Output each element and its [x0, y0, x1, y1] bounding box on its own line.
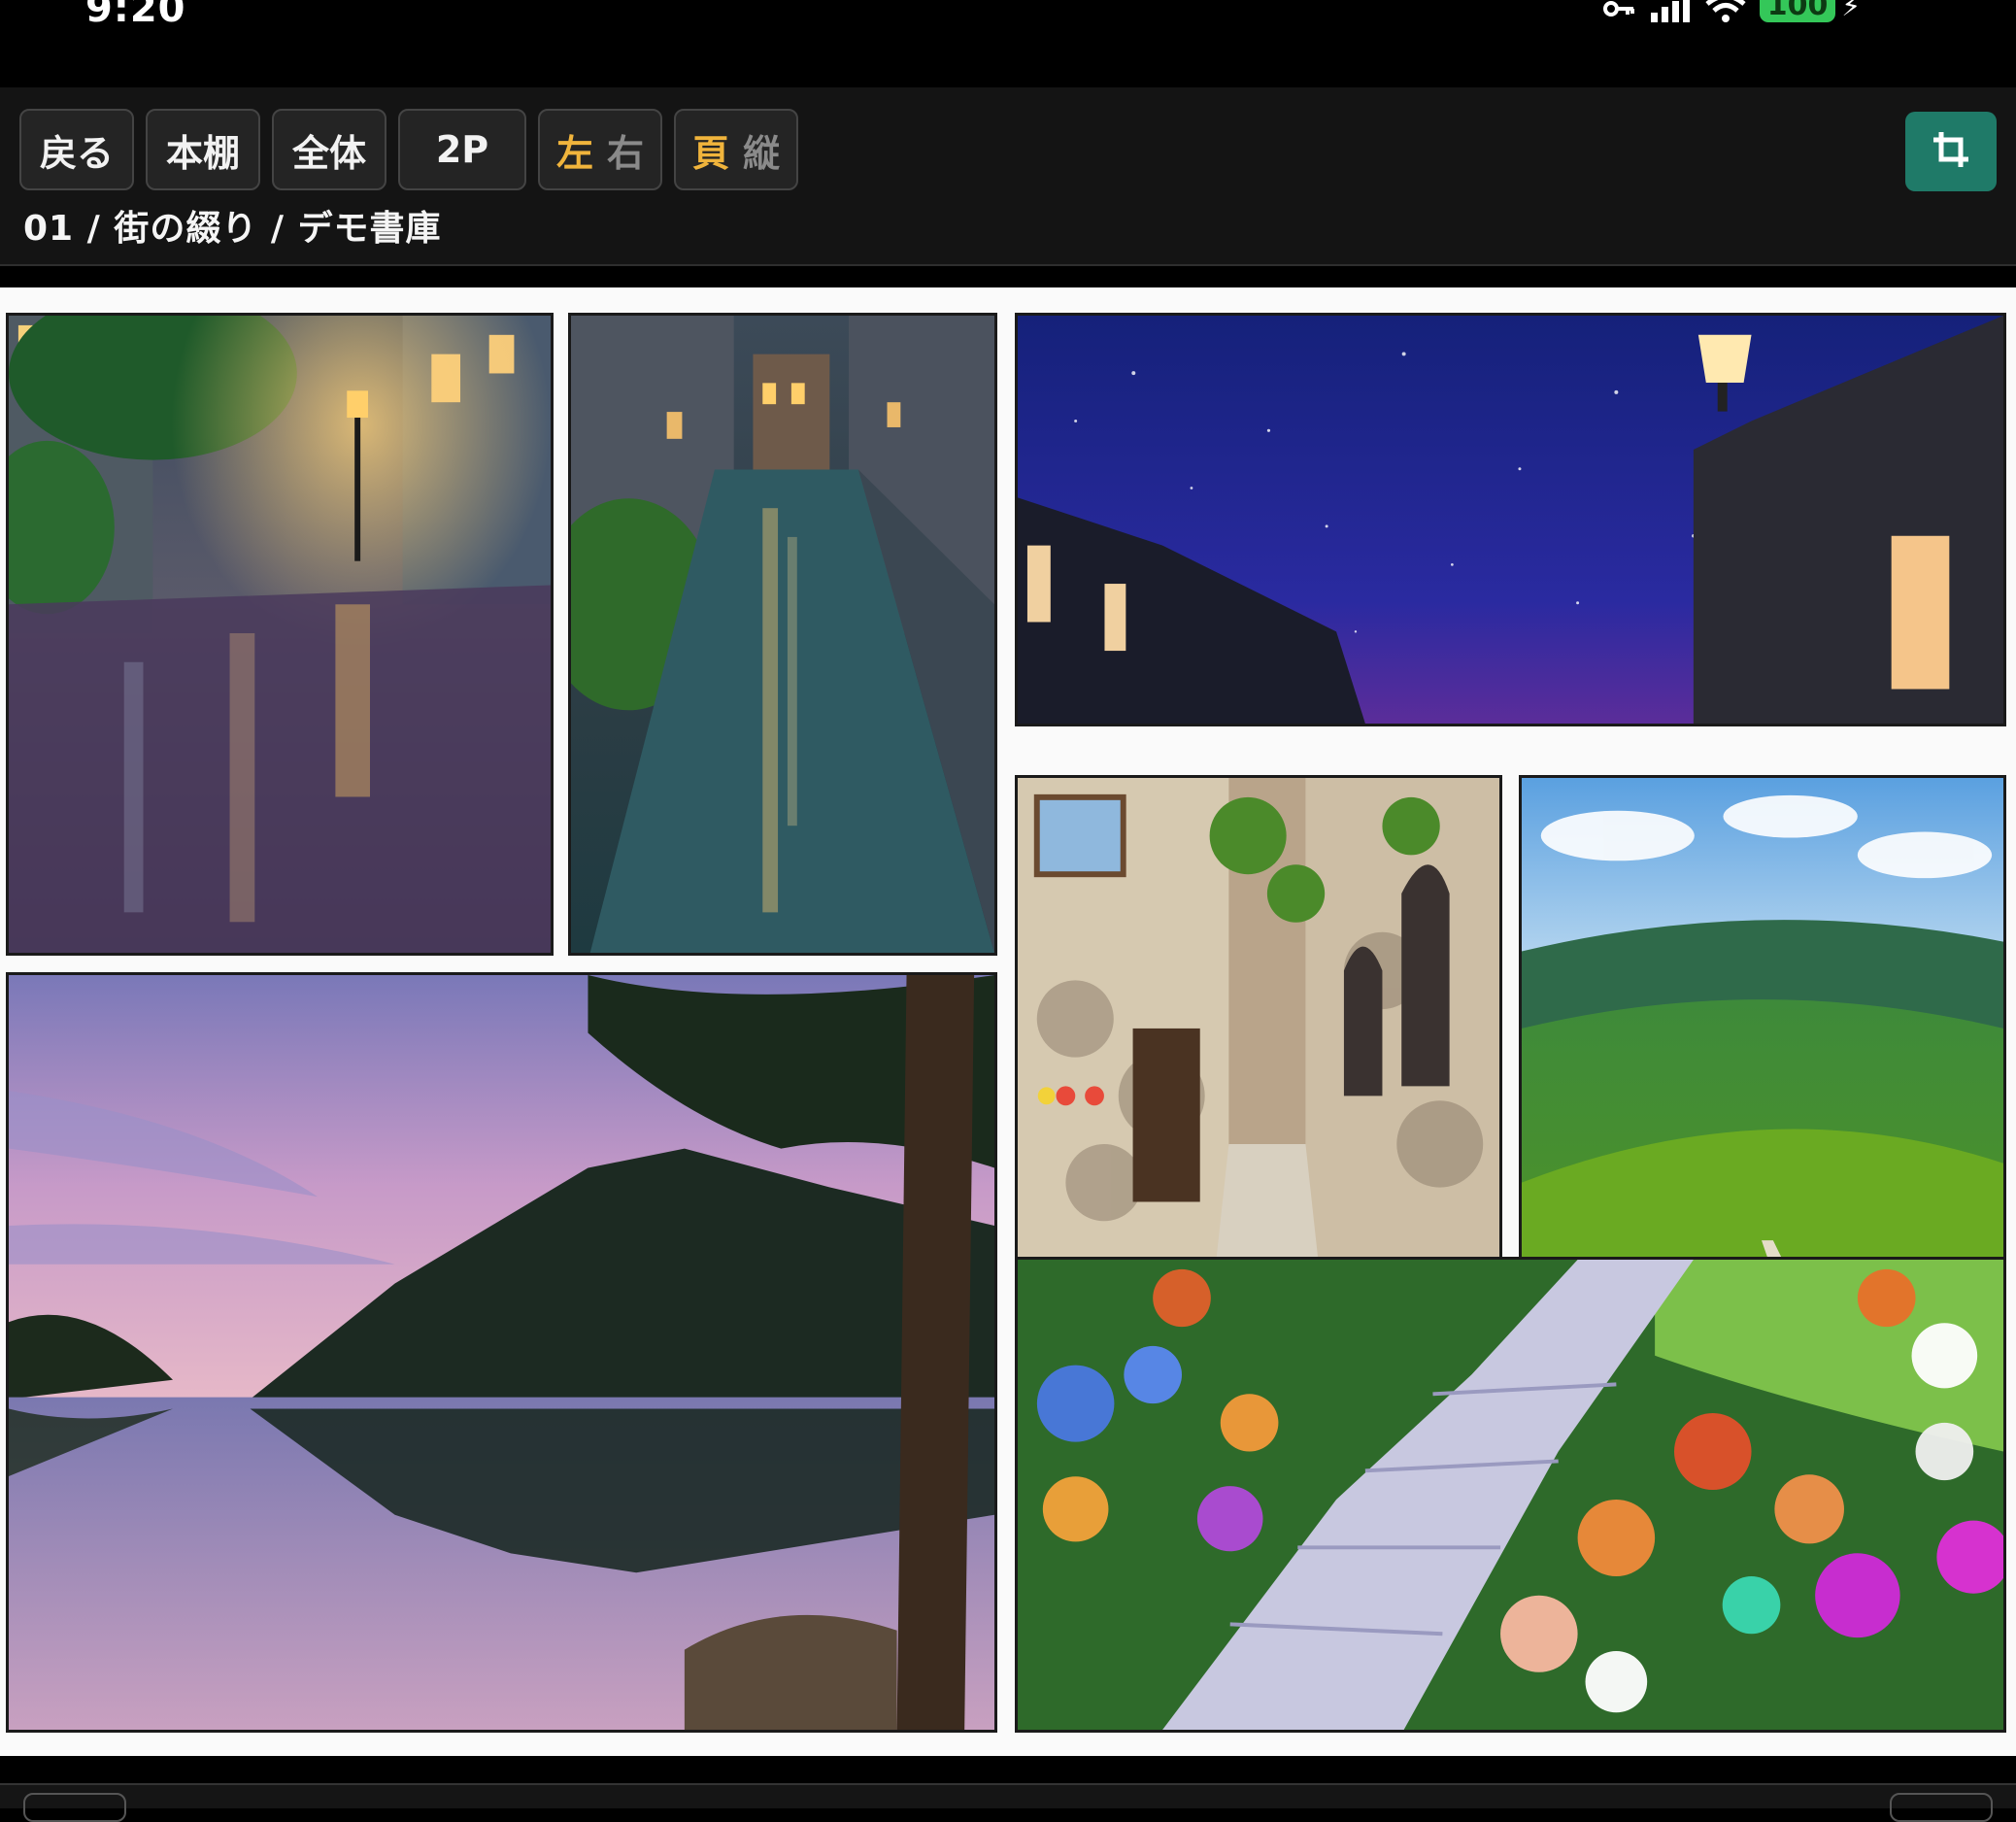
status-icons: 100 ⚡ — [1602, 0, 1861, 23]
vertical-mode-label: 縦 — [743, 131, 781, 175]
bottom-right-button[interactable] — [1890, 1793, 1993, 1822]
status-bar: 9:20 100 ⚡ — [0, 0, 2016, 87]
crop-icon — [1931, 129, 1971, 174]
back-button[interactable]: 戻る — [19, 109, 134, 190]
reader-toolbar: 戻る 本棚 全体 2P 左 右 頁 縦 01 / 街の綴り / デモ書庫 — [0, 87, 2016, 266]
status-time: 9:20 — [85, 0, 186, 31]
back-button-label: 戻る — [39, 131, 114, 175]
reading-direction-toggle[interactable]: 左 右 — [538, 109, 662, 190]
full-view-button-label: 全体 — [291, 131, 366, 175]
battery-icon: 100 — [1759, 0, 1836, 22]
panel-flower-path[interactable] — [1015, 1257, 2006, 1733]
panel-wet-alley[interactable] — [568, 313, 997, 956]
full-view-button[interactable]: 全体 — [272, 109, 386, 190]
wifi-icon — [1705, 0, 1746, 23]
breadcrumb: 01 / 街の綴り / デモ書庫 — [23, 209, 442, 249]
key-icon — [1602, 0, 1635, 18]
cellular-signal-icon — [1649, 0, 1692, 22]
bottom-left-button[interactable] — [23, 1793, 126, 1822]
panel-starry-night-sky[interactable] — [1015, 313, 2006, 726]
panel-rainy-lamp-street[interactable] — [6, 313, 554, 956]
page-mode-toggle[interactable]: 頁 縦 — [674, 109, 798, 190]
two-page-button-label: 2P — [435, 128, 489, 171]
charging-bolt-icon: ⚡ — [1841, 0, 1861, 22]
panel-lake-sunset[interactable] — [6, 972, 997, 1733]
two-page-button[interactable]: 2P — [398, 109, 526, 190]
bookshelf-button[interactable]: 本棚 — [146, 109, 260, 190]
bookshelf-button-label: 本棚 — [165, 131, 240, 175]
crop-button[interactable] — [1905, 112, 1997, 191]
page-mode-label: 頁 — [691, 131, 729, 175]
direction-left-label: 左 — [555, 131, 593, 175]
direction-right-label: 右 — [607, 131, 645, 175]
bottom-bar — [0, 1783, 2016, 1822]
comic-page[interactable] — [0, 287, 2016, 1756]
